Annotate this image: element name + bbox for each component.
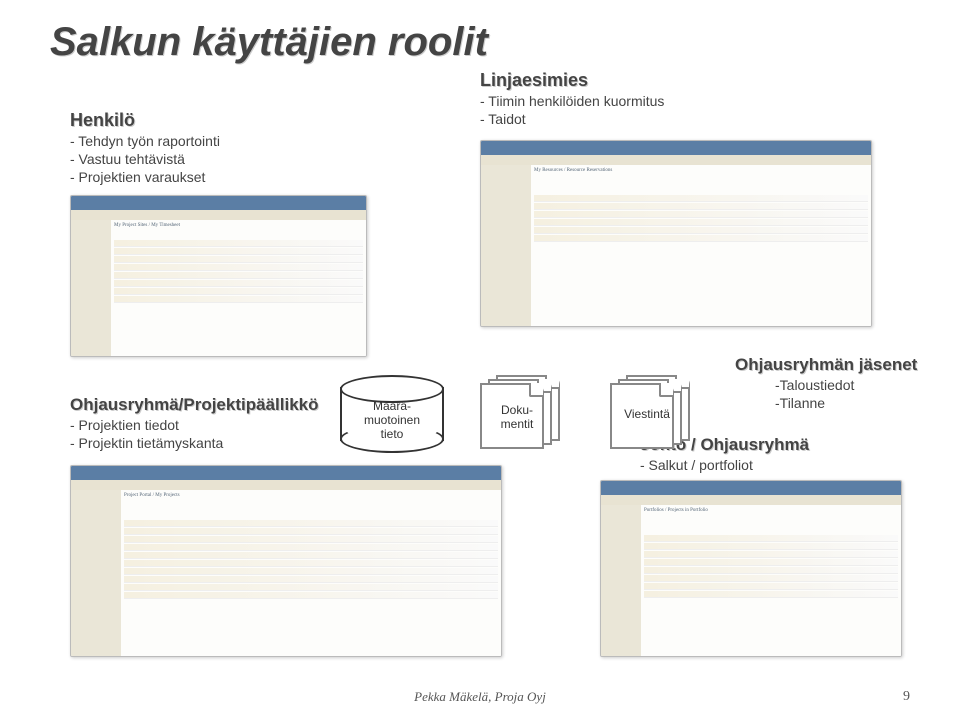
role-ohjausryhma-paallikko: Ohjausryhmä/Projektipäällikkö - Projekti… bbox=[70, 395, 360, 451]
communication-label: Viestintä bbox=[610, 407, 684, 421]
role-linjaesimies: Linjaesimies - Tiimin henkilöiden kuormi… bbox=[480, 70, 760, 127]
screenshot-bottom-left: Project Portal / My Projects bbox=[70, 465, 502, 657]
role-jasenet: Ohjausryhmän jäsenet -Taloustiedot -Tila… bbox=[735, 355, 935, 411]
role-linjaesimies-item2: - Taidot bbox=[480, 111, 760, 127]
role-op-item1: - Projektien tiedot bbox=[70, 417, 360, 433]
role-henkilo-item2: - Vastuu tehtävistä bbox=[70, 151, 320, 167]
communication-icon: Viestintä bbox=[610, 375, 700, 449]
role-linjaesimies-item1: - Tiimin henkilöiden kuormitus bbox=[480, 93, 760, 109]
datastore-label: Määrä- muotoinen tieto bbox=[340, 399, 444, 441]
role-linjaesimies-title: Linjaesimies bbox=[480, 70, 760, 91]
datastore-icon: Määrä- muotoinen tieto bbox=[340, 375, 440, 453]
screenshot-top-left: My Project Sites / My Timesheet bbox=[70, 195, 367, 357]
role-henkilo-item3: - Projektien varaukset bbox=[70, 169, 320, 185]
screenshot-top-right: My Resources / Resource Reservations bbox=[480, 140, 872, 327]
role-jasenet-item2: -Tilanne bbox=[735, 395, 935, 411]
slide: Salkun käyttäjien roolit Henkilö - Tehdy… bbox=[0, 0, 960, 713]
documents-icon: Doku- mentit bbox=[480, 375, 570, 449]
role-henkilo-title: Henkilö bbox=[70, 110, 320, 131]
documents-label: Doku- mentit bbox=[480, 403, 554, 431]
page-number: 9 bbox=[903, 689, 910, 705]
role-henkilo: Henkilö - Tehdyn työn raportointi - Vast… bbox=[70, 110, 320, 185]
screenshot-bottom-right: Portfolios / Projects in Portfolio bbox=[600, 480, 902, 657]
footer-text: Pekka Mäkelä, Proja Oyj bbox=[0, 689, 960, 705]
role-op-item2: - Projektin tietämyskanta bbox=[70, 435, 360, 451]
slide-title: Salkun käyttäjien roolit bbox=[50, 20, 910, 65]
role-jasenet-title: Ohjausryhmän jäsenet bbox=[735, 355, 935, 375]
role-op-title: Ohjausryhmä/Projektipäällikkö bbox=[70, 395, 360, 415]
role-henkilo-item1: - Tehdyn työn raportointi bbox=[70, 133, 320, 149]
role-jasenet-item1: -Taloustiedot bbox=[735, 377, 935, 393]
role-johto-item1: - Salkut / portfoliot bbox=[640, 457, 900, 473]
